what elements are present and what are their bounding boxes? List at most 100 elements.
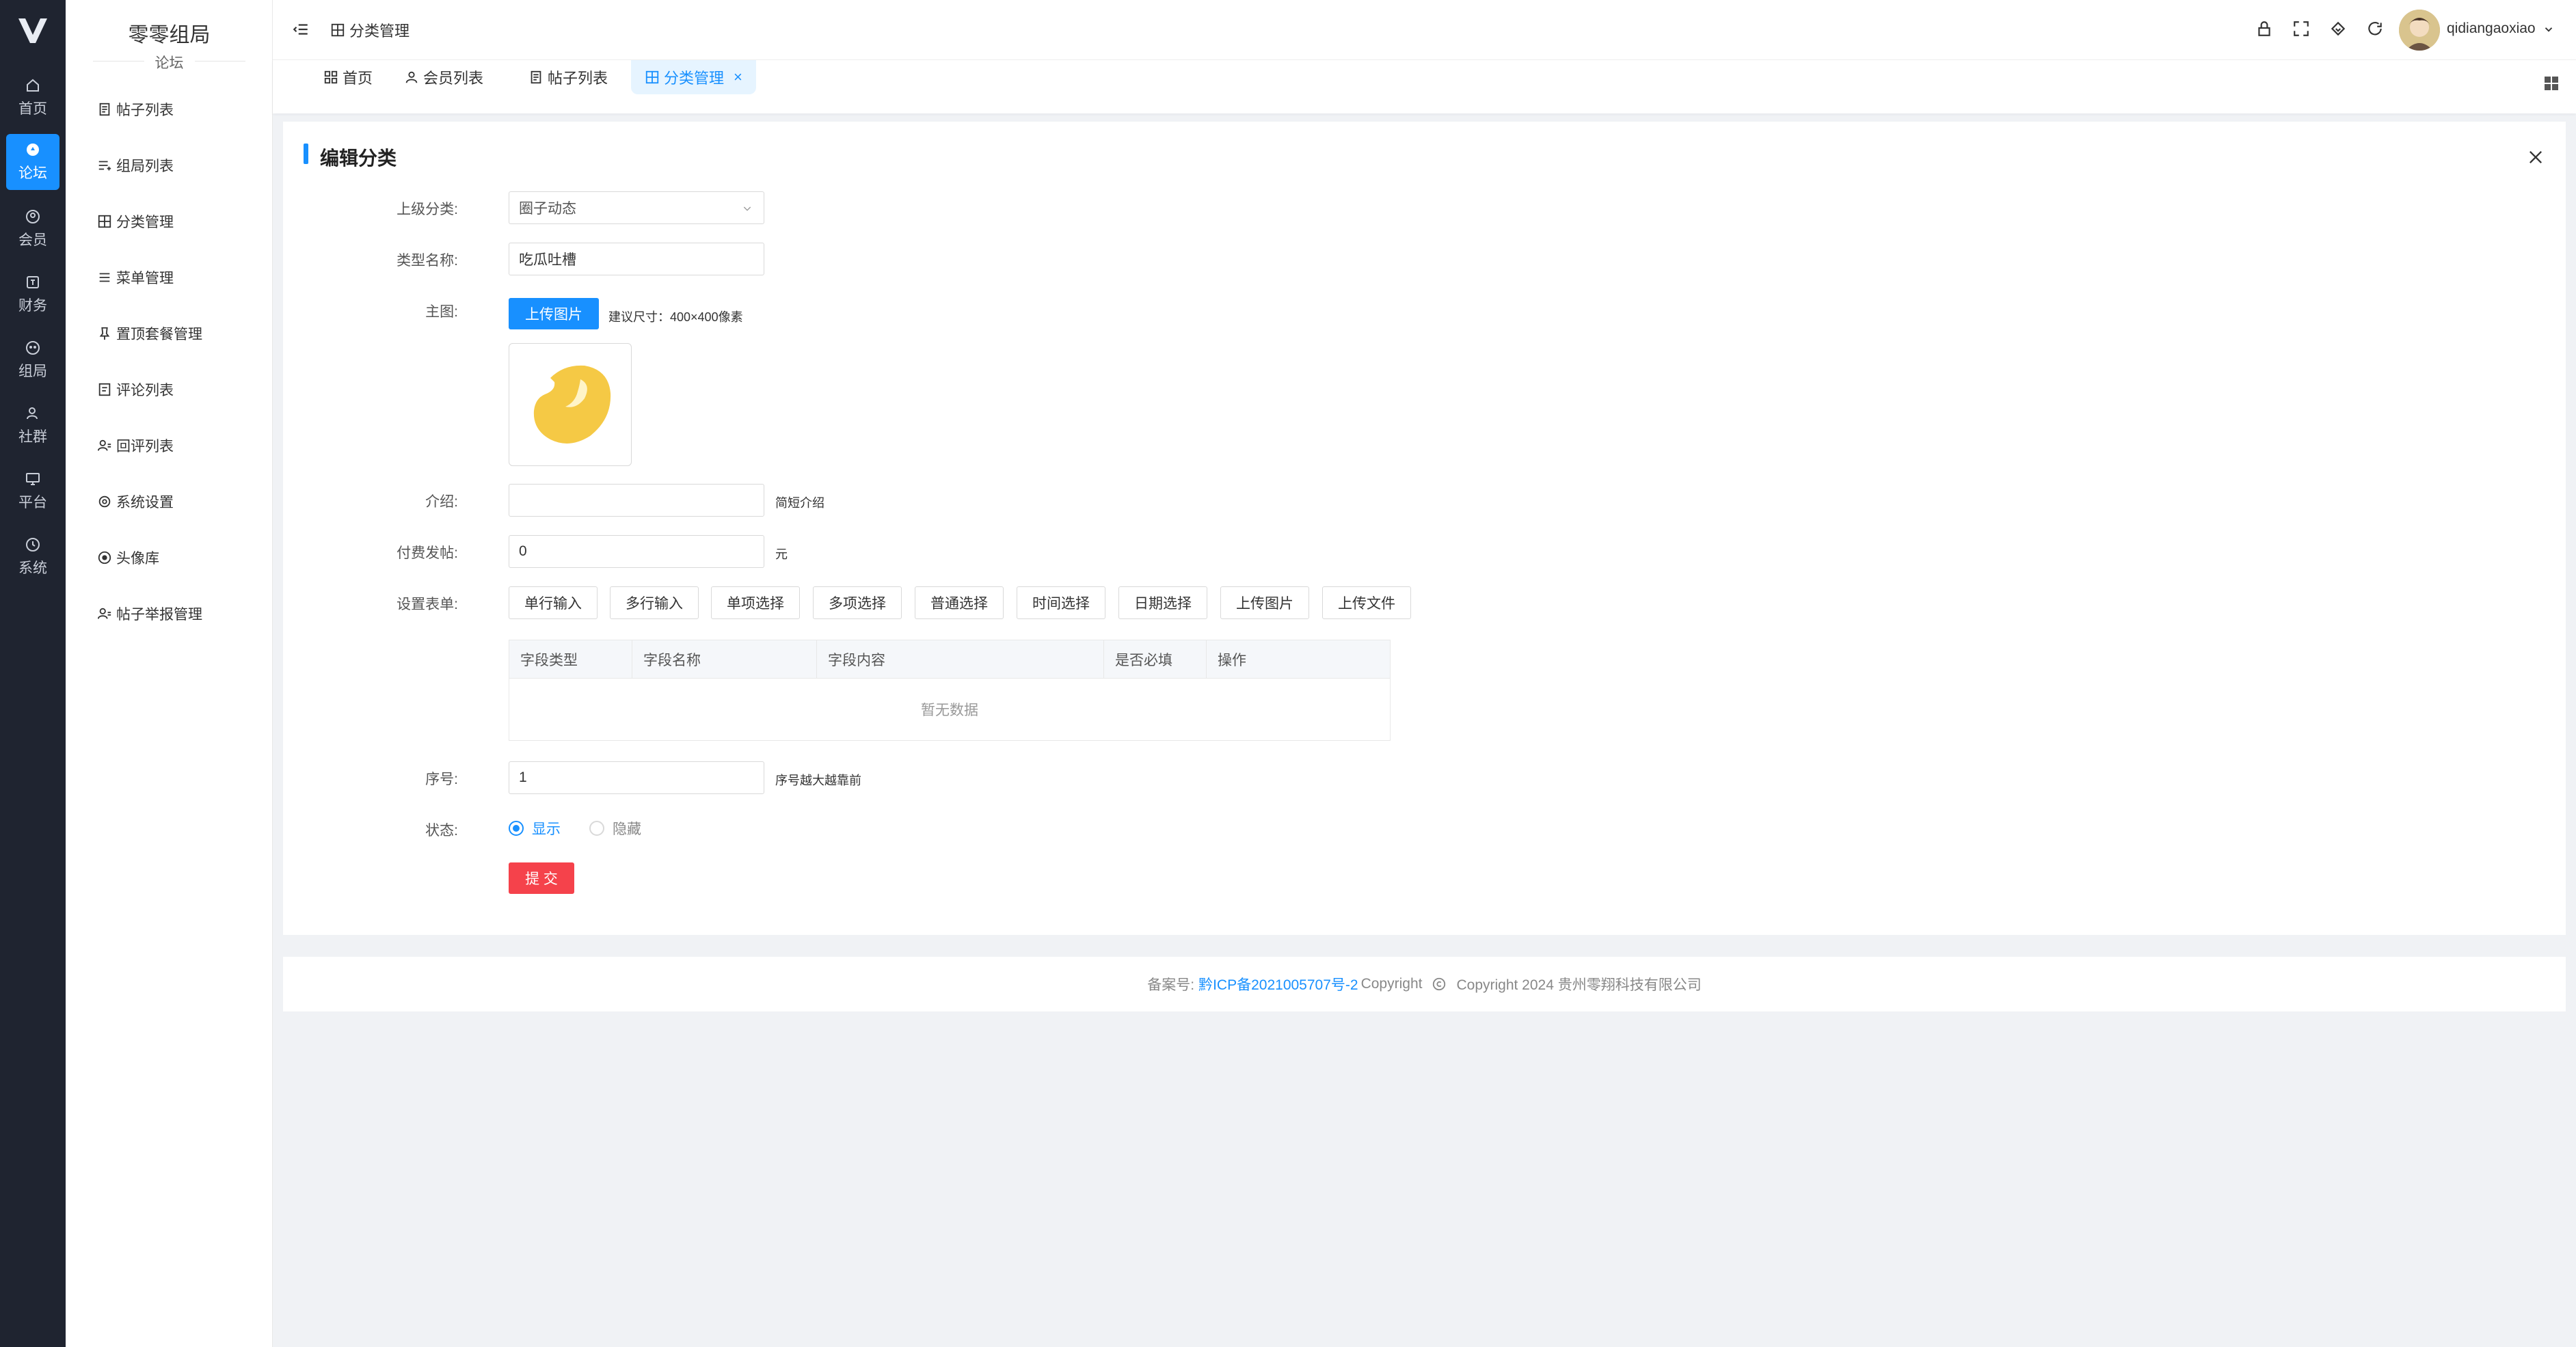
- order-label: 序号:: [425, 772, 458, 787]
- sidebar-item-category[interactable]: 分类管理: [97, 208, 174, 235]
- order-hint: 序号越大越靠前: [775, 774, 861, 787]
- tab-label: 分类管理: [664, 70, 725, 87]
- tab-close-icon[interactable]: ×: [734, 68, 742, 86]
- lock-icon[interactable]: [2255, 20, 2273, 38]
- sidebar-item-posts[interactable]: 帖子列表: [97, 96, 174, 123]
- add-time-select-button[interactable]: 时间选择: [1017, 586, 1105, 619]
- sidebar-item-pin-package[interactable]: 置顶套餐管理: [97, 320, 202, 347]
- chevron-down-icon[interactable]: [2543, 23, 2555, 36]
- fullscreen-icon[interactable]: [2292, 20, 2310, 38]
- icon-rail: 首页 论坛 会员 财务 组局 社群 平台 系统: [0, 0, 66, 1347]
- community-icon: [27, 407, 38, 420]
- type-name-input[interactable]: 吃瓜吐槽: [509, 243, 764, 275]
- intro-input[interactable]: [509, 484, 764, 517]
- paid-post-input[interactable]: 0: [509, 535, 764, 568]
- status-hide-radio[interactable]: 隐藏: [589, 818, 641, 839]
- finance-icon: [27, 276, 39, 288]
- rail-item-member[interactable]: 会员: [6, 201, 59, 257]
- refresh-icon[interactable]: [2366, 20, 2384, 38]
- member-icon: [26, 210, 40, 223]
- sidebar-item-label: 帖子举报管理: [116, 607, 202, 623]
- sidebar-item-label: 分类管理: [116, 215, 174, 230]
- status-show-radio[interactable]: 显示: [509, 818, 561, 839]
- sidebar-item-label: 系统设置: [116, 495, 174, 511]
- sidebar-item-reports[interactable]: 帖子举报管理: [97, 600, 202, 627]
- sidebar-item-replies[interactable]: 回评列表: [97, 432, 174, 459]
- sidebar-item-comments[interactable]: 评论列表: [97, 376, 174, 403]
- rail-item-forum[interactable]: 论坛: [6, 134, 59, 190]
- rail-item-community[interactable]: 社群: [6, 398, 59, 454]
- column-header-field-type: 字段类型: [509, 640, 632, 679]
- rail-item-platform[interactable]: 平台: [6, 463, 59, 519]
- add-single-choice-button[interactable]: 单项选择: [711, 586, 800, 619]
- doc-icon: [531, 70, 541, 84]
- column-header-field-content: 字段内容: [817, 640, 1104, 679]
- paid-post-unit: 元: [775, 547, 788, 561]
- tab-category-management[interactable]: 分类管理 ×: [631, 60, 756, 94]
- order-input[interactable]: 1: [509, 761, 764, 794]
- close-icon[interactable]: [2526, 148, 2545, 167]
- tab-member-list[interactable]: 会员列表: [390, 60, 497, 94]
- sidebar-item-label: 头像库: [116, 551, 159, 567]
- footer-copyright-word: Copyright: [1360, 976, 1423, 992]
- rail-item-label: 论坛: [18, 165, 47, 181]
- tab-bar: 首页 会员列表 帖子列表 分类管理 ×: [273, 60, 2576, 113]
- column-header-field-name: 字段名称: [632, 640, 817, 679]
- radio-dot: [509, 821, 524, 836]
- sidebar-item-settings[interactable]: 系统设置: [97, 488, 174, 515]
- forum-icon: [27, 144, 39, 156]
- main-image-preview[interactable]: [509, 343, 632, 466]
- footer-copyright-text: Copyright 2024 贵州零翔科技有限公司: [1456, 977, 1702, 993]
- doc-icon: [99, 103, 110, 116]
- parent-category-select[interactable]: 圈子动态: [509, 191, 764, 224]
- rail-item-label: 首页: [18, 101, 47, 117]
- upload-image-button[interactable]: 上传图片: [509, 298, 599, 329]
- rail-item-label: 组局: [18, 364, 47, 379]
- sidebar-item-label: 置顶套餐管理: [116, 327, 202, 342]
- paid-post-label: 付费发帖:: [397, 545, 458, 561]
- form-fields-table: 字段类型 字段名称 字段内容 是否必填 操作 暂无数据: [509, 640, 1391, 741]
- add-multi-choice-button[interactable]: 多项选择: [813, 586, 902, 619]
- sidebar-item-group-list[interactable]: 组局列表: [97, 152, 174, 179]
- clear-cache-icon[interactable]: [2329, 20, 2347, 38]
- add-multi-line-button[interactable]: 多行输入: [610, 586, 699, 619]
- collapse-menu-icon[interactable]: [292, 21, 310, 38]
- add-date-select-button[interactable]: 日期选择: [1118, 586, 1207, 619]
- rail-item-system[interactable]: 系统: [6, 529, 59, 585]
- bean-image-icon: [533, 365, 611, 444]
- status-label: 状态:: [425, 823, 458, 839]
- page-title: 编辑分类: [320, 148, 397, 169]
- monitor-icon: [26, 473, 40, 485]
- add-normal-select-button[interactable]: 普通选择: [915, 586, 1004, 619]
- breadcrumb: 分类管理: [330, 19, 410, 41]
- sidebar-item-menu[interactable]: 菜单管理: [97, 264, 174, 291]
- main-image-label: 主图:: [425, 304, 458, 320]
- avatar[interactable]: [2399, 10, 2440, 51]
- add-upload-file-button[interactable]: 上传文件: [1322, 586, 1411, 619]
- add-upload-image-button[interactable]: 上传图片: [1220, 586, 1309, 619]
- user-icon: [405, 71, 418, 83]
- tab-home[interactable]: 首页: [310, 60, 386, 94]
- top-header: 分类管理 qidiangaoxiao: [273, 0, 2576, 60]
- rail-item-group[interactable]: 组局: [6, 332, 59, 388]
- tab-menu-grid-icon[interactable]: [2543, 75, 2560, 92]
- tab-post-list[interactable]: 帖子列表: [515, 60, 621, 94]
- submit-button[interactable]: 提 交: [509, 862, 574, 894]
- table-header: 字段类型 字段名称 字段内容 是否必填 操作: [509, 640, 1390, 679]
- sidebar-title: 零零组局: [128, 24, 211, 46]
- table-empty-text: 暂无数据: [921, 703, 978, 718]
- edit-category-card: 编辑分类 上级分类: 圈子动态 类型名称: 吃瓜吐槽 主图: 上传图片 建议尺寸…: [283, 122, 2566, 935]
- icp-link[interactable]: 黔ICP备2021005707号-2: [1198, 974, 1358, 994]
- rail-item-home[interactable]: 首页: [6, 70, 59, 126]
- chevron-down-icon: [743, 206, 751, 211]
- upload-size-hint: 建议尺寸：400×400像素: [608, 310, 743, 324]
- username[interactable]: qidiangaoxiao: [2447, 21, 2536, 37]
- add-single-line-button[interactable]: 单行输入: [509, 586, 598, 619]
- sidebar-item-avatar-library[interactable]: 头像库: [97, 544, 159, 571]
- report-icon: [97, 608, 111, 619]
- rail-item-label: 会员: [18, 232, 47, 248]
- rail-item-finance[interactable]: 财务: [6, 267, 59, 323]
- sidebar-subtitle-text: 论坛: [144, 55, 195, 71]
- app-logo[interactable]: [0, 0, 66, 62]
- sidebar-item-label: 评论列表: [116, 383, 174, 398]
